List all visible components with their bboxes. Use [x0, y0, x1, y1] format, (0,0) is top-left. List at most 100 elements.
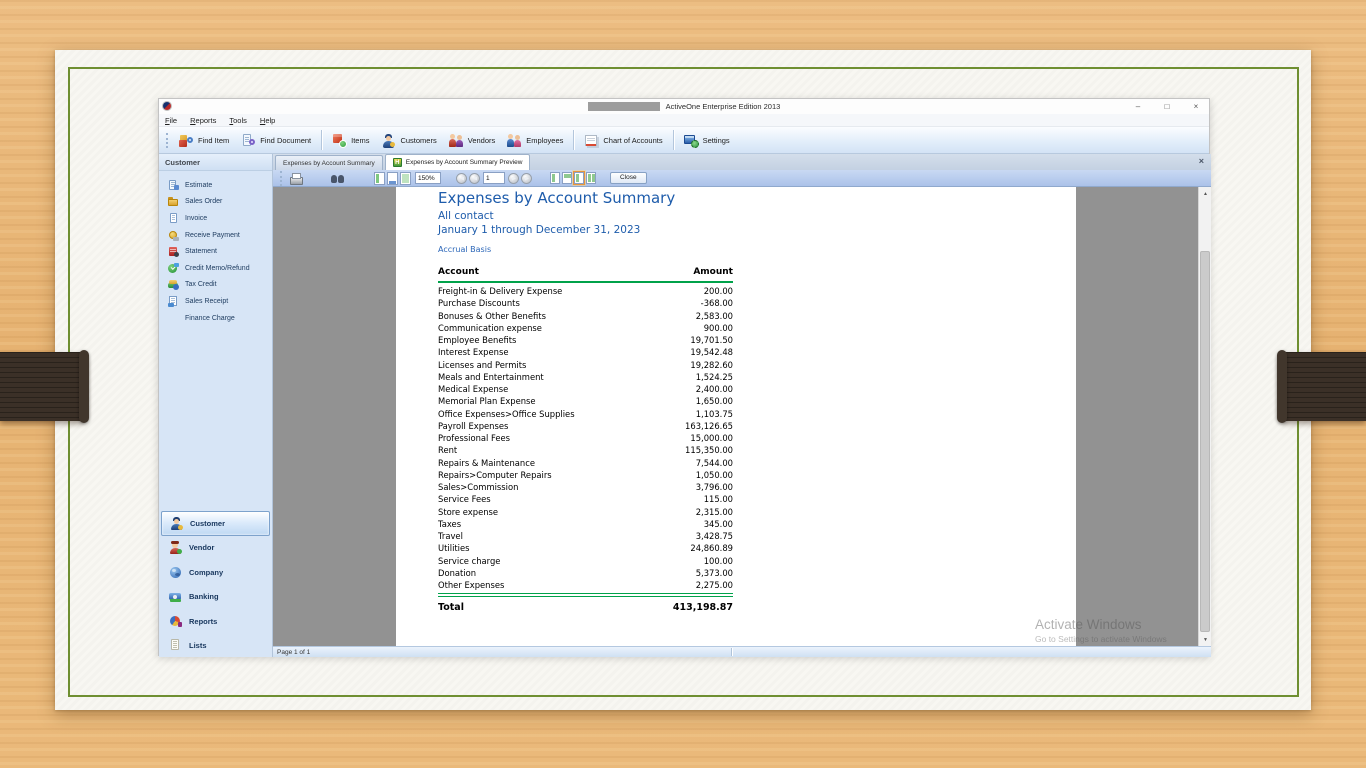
sidebar-items: Estimate Sales Order Invoice Receive Paymen…	[159, 171, 272, 326]
table-row: Professional Fees 15,000.00	[438, 432, 733, 444]
nav-lists[interactable]: Lists	[161, 634, 270, 659]
table-row: Licenses and Permits 19,282.60	[438, 359, 733, 371]
blank-icon	[168, 313, 179, 324]
sidebar-item-label: Tax Credit	[185, 281, 217, 289]
row-account: Utilities	[438, 543, 470, 554]
previous-page-button[interactable]	[469, 172, 480, 184]
sidebar-item-sales-order[interactable]: Sales Order	[159, 194, 272, 211]
table-row: Taxes 345.00	[438, 518, 733, 530]
lists-nav-icon	[169, 639, 182, 652]
nav-reports[interactable]: Reports	[161, 609, 270, 634]
zoom-group: 150%	[373, 171, 441, 185]
toolbar-employees-button[interactable]: Employees	[501, 131, 569, 150]
table-row: Rent 115,350.00	[438, 444, 733, 456]
tab-expenses-by-account-summary[interactable]: Expenses by Account Summary	[275, 155, 383, 170]
tab-expenses-by-account-summary-preview[interactable]: H Expenses by Account Summary Preview	[384, 154, 531, 170]
menu-help[interactable]: Help	[260, 116, 275, 125]
toolbar-chart-of-accounts-button[interactable]: Chart of Accounts	[578, 131, 668, 150]
table-row: Donation 5,373.00	[438, 567, 733, 579]
items-icon	[332, 133, 348, 148]
preview-toolbar: 150% 1 Close	[273, 170, 1211, 187]
maximize-icon[interactable]: □	[1162, 99, 1172, 114]
nav-company[interactable]: Company	[161, 560, 270, 585]
sidebar-item-credit-memo-refund[interactable]: Credit Memo/Refund	[159, 260, 272, 277]
invoice-icon	[168, 212, 179, 224]
table-row: Service Fees 115.00	[438, 493, 733, 505]
row-amount: 115.00	[703, 494, 733, 505]
table-row: Other Expenses 2,275.00	[438, 579, 733, 591]
statement-icon	[168, 246, 179, 258]
preview-close-button[interactable]: Close	[610, 171, 647, 185]
row-account: Service Fees	[438, 494, 491, 505]
multi-page-view-icon[interactable]	[562, 172, 572, 184]
toolbar-button-label: Find Item	[198, 135, 230, 145]
row-account: Bonuses & Other Benefits	[438, 310, 546, 321]
sidebar-item-sales-receipt[interactable]: Sales Receipt	[159, 293, 272, 310]
nav-customer[interactable]: Customer	[161, 511, 270, 536]
toolbar-vendors-button[interactable]: Vendors	[443, 131, 502, 150]
sidebar-item-finance-charge[interactable]: Finance Charge	[159, 310, 272, 327]
sidebar-item-estimate[interactable]: Estimate	[159, 177, 272, 194]
nav-banking[interactable]: Banking	[161, 585, 270, 610]
sidebar-item-invoice[interactable]: Invoice	[159, 210, 272, 227]
table-rows: Freight-in & Delivery Expense 200.00 Purch…	[438, 285, 733, 591]
row-account: Freight-in & Delivery Expense	[438, 286, 563, 296]
row-amount: 345.00	[703, 518, 733, 529]
left-strap	[0, 350, 89, 423]
table-row: Employee Benefits 19,701.50	[438, 334, 733, 346]
nav-vendor[interactable]: Vendor	[161, 536, 270, 561]
row-amount: 2,275.00	[695, 580, 733, 590]
close-icon[interactable]: ×	[1191, 99, 1201, 114]
whole-page-zoom-icon[interactable]	[400, 171, 411, 185]
sidebar-item-tax-credit[interactable]: Tax Credit	[159, 277, 272, 294]
vertical-scrollbar[interactable]: ▲ ▼	[1198, 187, 1211, 646]
row-amount: 15,000.00	[690, 433, 733, 443]
view-mode-group	[549, 171, 597, 185]
scrollbar-thumb[interactable]	[1200, 251, 1210, 632]
row-account: Employee Benefits	[438, 335, 517, 345]
toolbar-separator	[321, 130, 323, 150]
table-row: Utilities 24,860.89	[438, 542, 733, 554]
last-page-button[interactable]	[521, 172, 532, 184]
toolbar-find-item-button[interactable]: Find Item	[173, 131, 235, 150]
sidebar-item-label: Statement	[185, 248, 217, 256]
table-row: Purchase Discounts -368.00	[438, 297, 733, 309]
menu-tools[interactable]: Tools	[229, 116, 247, 125]
sidebar-item-receive-payment[interactable]: Receive Payment	[159, 227, 272, 244]
menu-reports[interactable]: Reports	[190, 116, 216, 125]
row-amount: 163,126.65	[685, 420, 733, 431]
find-binoculars-icon[interactable]	[331, 172, 345, 185]
scroll-down-icon[interactable]: ▼	[1199, 633, 1211, 646]
next-page-button[interactable]	[508, 172, 519, 184]
facing-pages-view-icon[interactable]	[586, 172, 596, 184]
single-page-view-icon[interactable]	[550, 172, 560, 184]
toolbar-customers-button[interactable]: Customers	[375, 131, 442, 150]
text-width-zoom-icon[interactable]	[387, 171, 398, 185]
first-page-button[interactable]	[456, 172, 467, 184]
table-row: Office Expenses>Office Supplies 1,103.75	[438, 408, 733, 420]
continuous-view-icon[interactable]	[573, 171, 585, 185]
row-amount: 115,350.00	[685, 445, 733, 456]
scroll-up-icon[interactable]: ▲	[1199, 187, 1211, 200]
toolbar-items-button[interactable]: Items	[326, 131, 375, 150]
page-width-zoom-icon[interactable]	[374, 171, 385, 185]
minimize-icon[interactable]: –	[1133, 99, 1143, 114]
sales-receipt-icon	[168, 295, 179, 307]
zoom-level-input[interactable]: 150%	[415, 172, 441, 184]
page-number-input[interactable]: 1	[483, 172, 505, 184]
row-amount: 24,860.89	[690, 543, 733, 554]
menu-file[interactable]: File	[165, 116, 177, 125]
toolbar-separator	[672, 130, 674, 150]
toolbar-settings-button[interactable]: Settings	[678, 131, 736, 150]
find-document-icon	[241, 133, 256, 148]
row-account: Other Expenses	[438, 580, 505, 590]
sidebar-item-statement[interactable]: Statement	[159, 243, 272, 260]
print-icon[interactable]	[289, 172, 303, 185]
row-account: Repairs>Computer Repairs	[438, 469, 552, 480]
row-amount: 1,103.75	[695, 408, 733, 419]
row-amount: 1,650.00	[695, 396, 733, 407]
tab-close-icon[interactable]: ×	[1199, 156, 1204, 166]
row-amount: 7,544.00	[695, 457, 733, 468]
toolbar-find-document-button[interactable]: Find Document	[235, 131, 317, 150]
row-amount: 3,796.00	[695, 482, 733, 492]
